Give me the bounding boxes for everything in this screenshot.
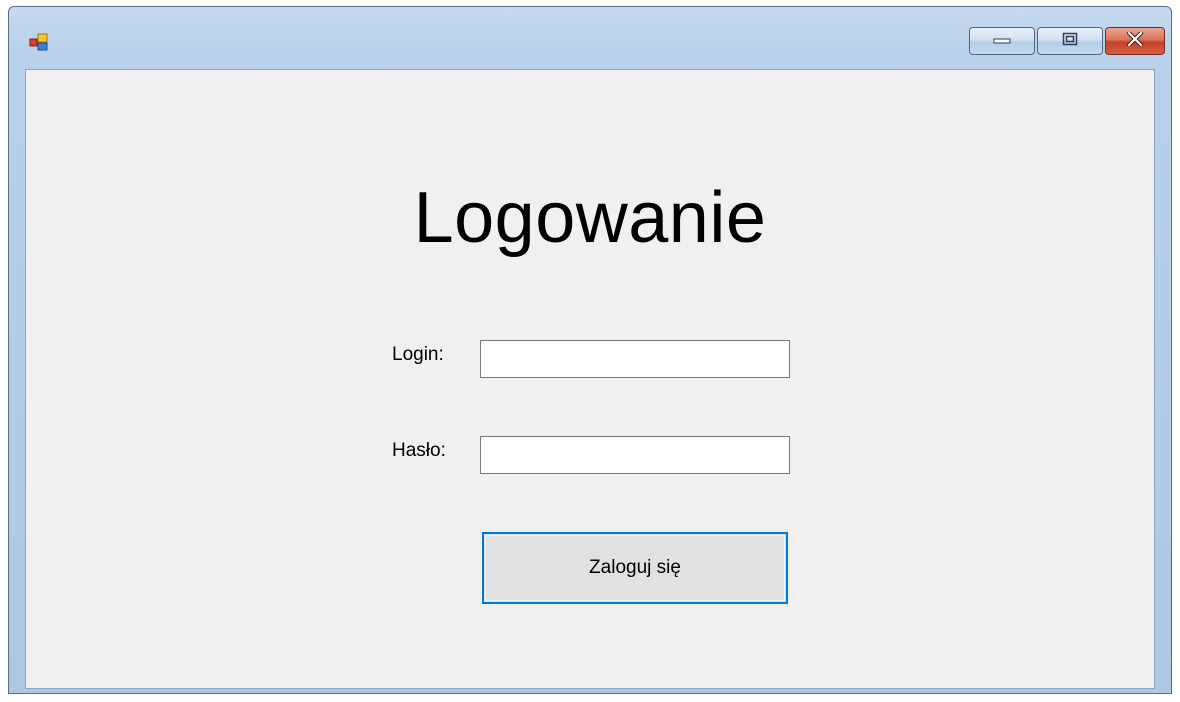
password-label: Hasło: [392,440,446,461]
window-controls [969,27,1165,55]
login-button-label: Zaloguj się [589,557,681,578]
password-input[interactable] [480,436,790,474]
minimize-icon [993,32,1011,50]
app-icon [29,33,49,51]
login-window: Logowanie Login: Hasło: Zaloguj się [8,6,1172,694]
login-button[interactable]: Zaloguj się [482,532,788,604]
title-bar[interactable] [9,7,1171,69]
close-icon [1126,29,1144,51]
page-title: Logowanie [413,178,767,258]
maximize-icon [1062,32,1078,51]
login-label: Login: [392,344,444,365]
form-client-area: Logowanie Login: Hasło: Zaloguj się [25,69,1155,689]
maximize-button[interactable] [1037,27,1103,55]
close-button[interactable] [1105,27,1165,55]
minimize-button[interactable] [969,27,1035,55]
login-input[interactable] [480,340,790,378]
